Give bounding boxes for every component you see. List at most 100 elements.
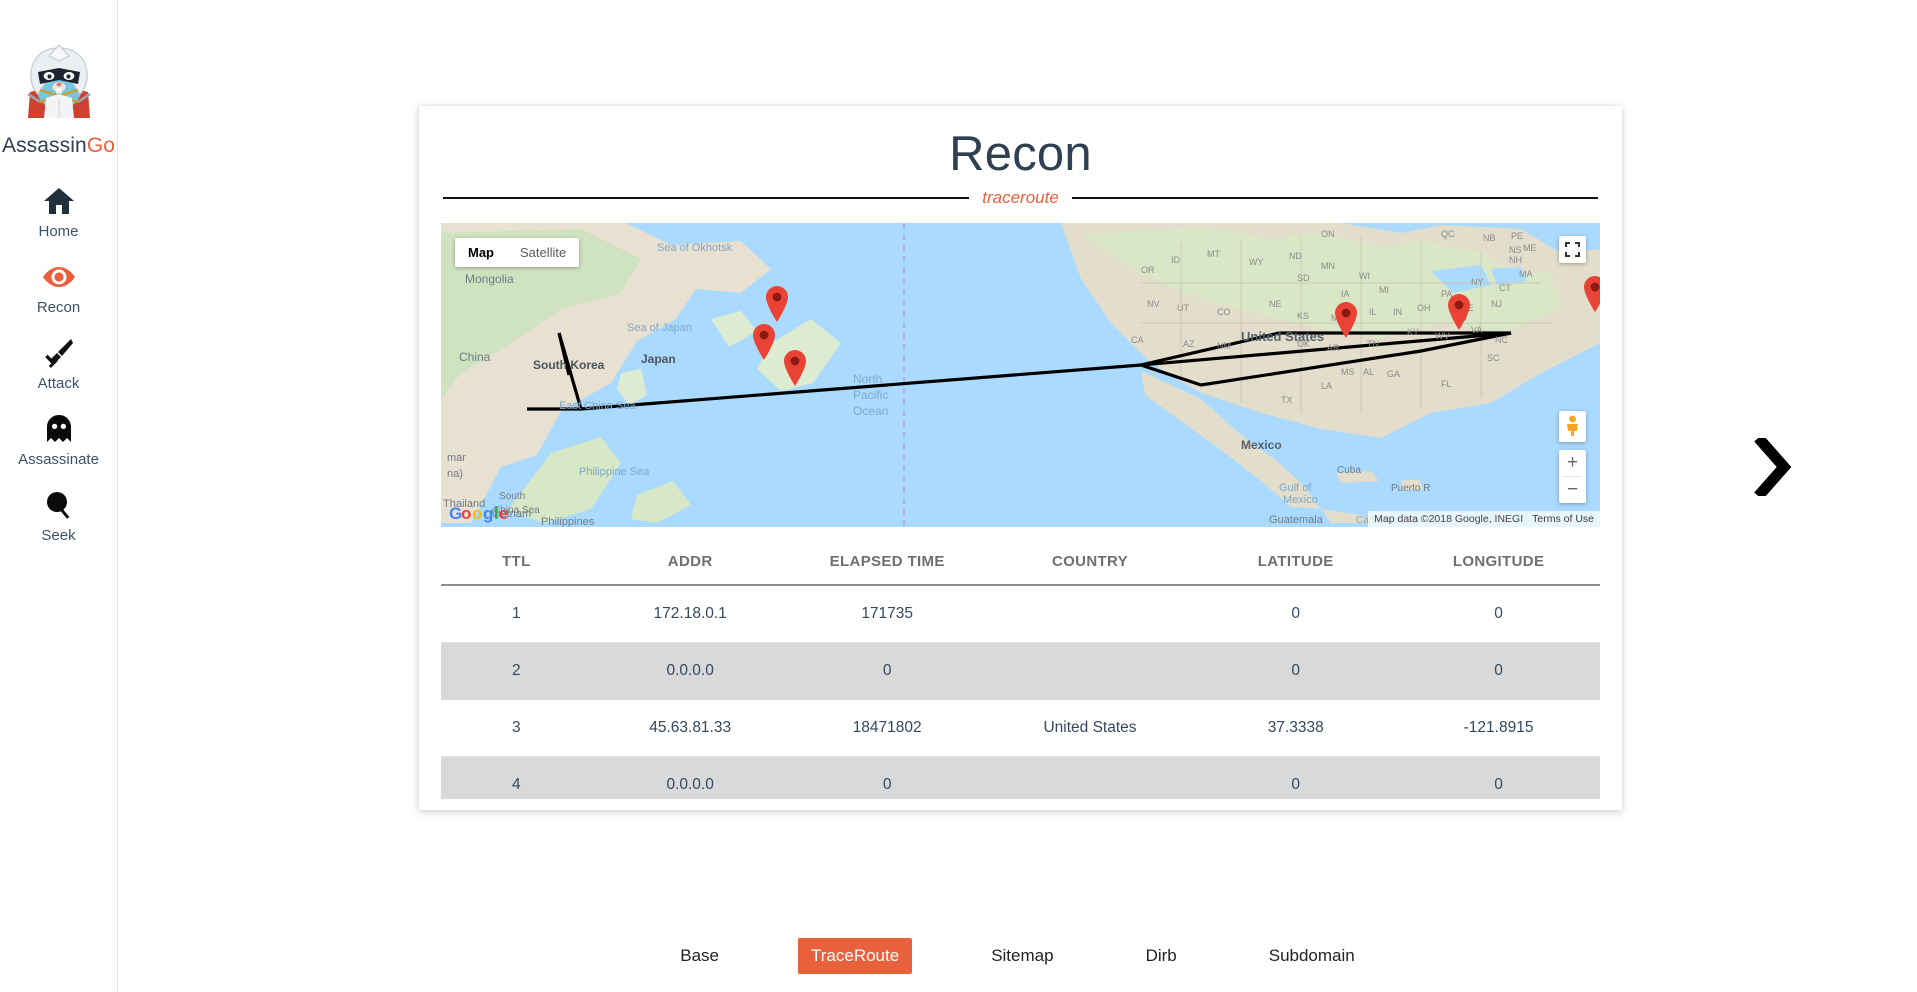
sword-icon <box>44 336 74 370</box>
svg-text:ON: ON <box>1321 229 1335 239</box>
traceroute-table: TTL ADDR ELAPSED TIME COUNTRY LATITUDE L… <box>441 542 1600 799</box>
sidebar-item-attack[interactable]: Attack <box>0 336 117 392</box>
cell-elapsed: 171735 <box>788 585 986 643</box>
svg-text:UT: UT <box>1177 303 1189 313</box>
svg-text:Guatemala: Guatemala <box>1269 514 1324 526</box>
cell-latitude: 0 <box>1194 585 1398 643</box>
svg-text:NM: NM <box>1217 341 1231 351</box>
svg-text:SD: SD <box>1297 273 1310 283</box>
svg-text:Cuba: Cuba <box>1337 465 1361 476</box>
table-row[interactable]: 1 172.18.0.1 171735 0 0 <box>441 585 1600 643</box>
brand-first: Assassin <box>1 134 87 157</box>
svg-text:QC: QC <box>1441 229 1455 239</box>
tab-traceroute[interactable]: TraceRoute <box>798 938 913 974</box>
table-row[interactable]: 4 0.0.0.0 0 0 0 <box>441 756 1600 799</box>
svg-text:NB: NB <box>1483 233 1496 243</box>
recon-card: Recon traceroute Mongolia China South Ko… <box>419 106 1622 810</box>
map-marker[interactable] <box>1333 301 1359 339</box>
svg-text:o: o <box>472 504 482 523</box>
svg-text:East China Sea: East China Sea <box>559 400 636 412</box>
svg-text:mar: mar <box>447 452 466 464</box>
next-arrow-button[interactable] <box>1750 434 1796 500</box>
map-type-map-button[interactable]: Map <box>455 237 507 267</box>
svg-text:PE: PE <box>1511 231 1523 241</box>
ghost-icon <box>44 412 74 446</box>
cell-longitude: -121.8915 <box>1397 699 1600 757</box>
map-type-control[interactable]: Map Satellite <box>455 237 580 267</box>
map-zoom-out-button[interactable]: − <box>1559 477 1586 503</box>
tab-base[interactable]: Base <box>667 938 732 974</box>
sidebar-item-seek[interactable]: Seek <box>0 488 117 544</box>
sidebar-item-recon[interactable]: Recon <box>0 260 117 316</box>
column-header-latitude: LATITUDE <box>1194 542 1398 586</box>
cell-country <box>985 585 1195 643</box>
svg-text:CA: CA <box>1131 335 1144 345</box>
sidebar-item-home[interactable]: Home <box>0 184 117 240</box>
svg-text:NV: NV <box>1147 299 1160 309</box>
table-row[interactable]: 3 45.63.81.33 18471802 United States 37.… <box>441 699 1600 757</box>
svg-text:e: e <box>499 504 508 523</box>
street-view-pegman-button[interactable] <box>1559 410 1586 442</box>
svg-text:OK: OK <box>1297 339 1310 349</box>
chevron-right-icon <box>1754 434 1792 500</box>
map-marker[interactable] <box>751 323 777 361</box>
svg-text:KS: KS <box>1297 311 1309 321</box>
page-title: Recon <box>949 127 1092 181</box>
magnifier-icon <box>44 488 74 522</box>
map-canvas: Mongolia China South Korea Japan East Ch… <box>441 222 1600 527</box>
google-logo[interactable]: G o o g l e <box>449 503 511 524</box>
svg-text:FL: FL <box>1441 379 1452 389</box>
map-fullscreen-button[interactable] <box>1559 235 1586 263</box>
fullscreen-icon <box>1565 241 1580 257</box>
svg-text:MS: MS <box>1341 367 1355 377</box>
map-marker[interactable] <box>782 349 808 387</box>
table-scroll-area[interactable]: 1 172.18.0.1 171735 0 0 2 0.0.0.0 0 0 0 … <box>441 585 1600 799</box>
cell-longitude: 0 <box>1397 642 1600 700</box>
svg-text:Pacific: Pacific <box>853 388 888 402</box>
traceroute-map[interactable]: Mongolia China South Korea Japan East Ch… <box>441 222 1600 527</box>
cell-elapsed: 0 <box>788 756 986 799</box>
svg-text:ME: ME <box>1523 243 1537 253</box>
tab-subdomain[interactable]: Subdomain <box>1256 938 1368 974</box>
terms-of-use-link[interactable]: Terms of Use <box>1532 513 1594 525</box>
svg-text:VA: VA <box>1471 325 1482 335</box>
tab-dirb[interactable]: Dirb <box>1133 938 1190 974</box>
column-header-longitude: LONGITUDE <box>1397 542 1600 586</box>
cell-longitude: 0 <box>1397 756 1600 799</box>
map-zoom-control[interactable]: + − <box>1559 449 1586 503</box>
svg-text:China: China <box>459 350 491 364</box>
sidebar-item-label: Seek <box>41 527 76 544</box>
svg-text:Ocean: Ocean <box>853 404 888 418</box>
svg-text:IL: IL <box>1369 307 1377 317</box>
svg-text:Japan: Japan <box>641 352 676 366</box>
cell-addr: 0.0.0.0 <box>591 756 789 799</box>
cell-ttl: 1 <box>441 585 592 643</box>
subtitle-row: traceroute <box>419 188 1622 208</box>
svg-text:NY: NY <box>1471 277 1484 287</box>
column-header-addr: ADDR <box>591 542 789 586</box>
cell-addr: 0.0.0.0 <box>591 642 789 700</box>
svg-text:CO: CO <box>1217 307 1231 317</box>
app-root: AssassinGo Home Recon Attack Assassinate… <box>0 0 1917 992</box>
sidebar-item-assassinate[interactable]: Assassinate <box>0 412 117 468</box>
map-type-satellite-button[interactable]: Satellite <box>507 237 580 267</box>
svg-text:g: g <box>483 504 493 523</box>
tab-sitemap[interactable]: Sitemap <box>978 938 1066 974</box>
rule-right <box>1071 196 1599 199</box>
map-marker[interactable] <box>1582 275 1600 313</box>
home-icon <box>43 184 75 218</box>
svg-text:AL: AL <box>1363 367 1374 377</box>
cell-latitude: 0 <box>1194 642 1398 700</box>
cell-longitude: 0 <box>1397 585 1600 643</box>
map-marker[interactable] <box>764 285 790 323</box>
svg-text:MT: MT <box>1207 249 1220 259</box>
cell-ttl: 3 <box>441 699 592 757</box>
map-marker[interactable] <box>1446 293 1472 331</box>
map-zoom-in-button[interactable]: + <box>1559 450 1586 476</box>
svg-text:TN: TN <box>1367 339 1379 349</box>
svg-text:North: North <box>853 372 882 386</box>
table-row[interactable]: 2 0.0.0.0 0 0 0 <box>441 642 1600 700</box>
table-header-row: TTL ADDR ELAPSED TIME COUNTRY LATITUDE L… <box>441 542 1600 586</box>
svg-text:ID: ID <box>1171 255 1181 265</box>
svg-text:KY: KY <box>1407 327 1419 337</box>
